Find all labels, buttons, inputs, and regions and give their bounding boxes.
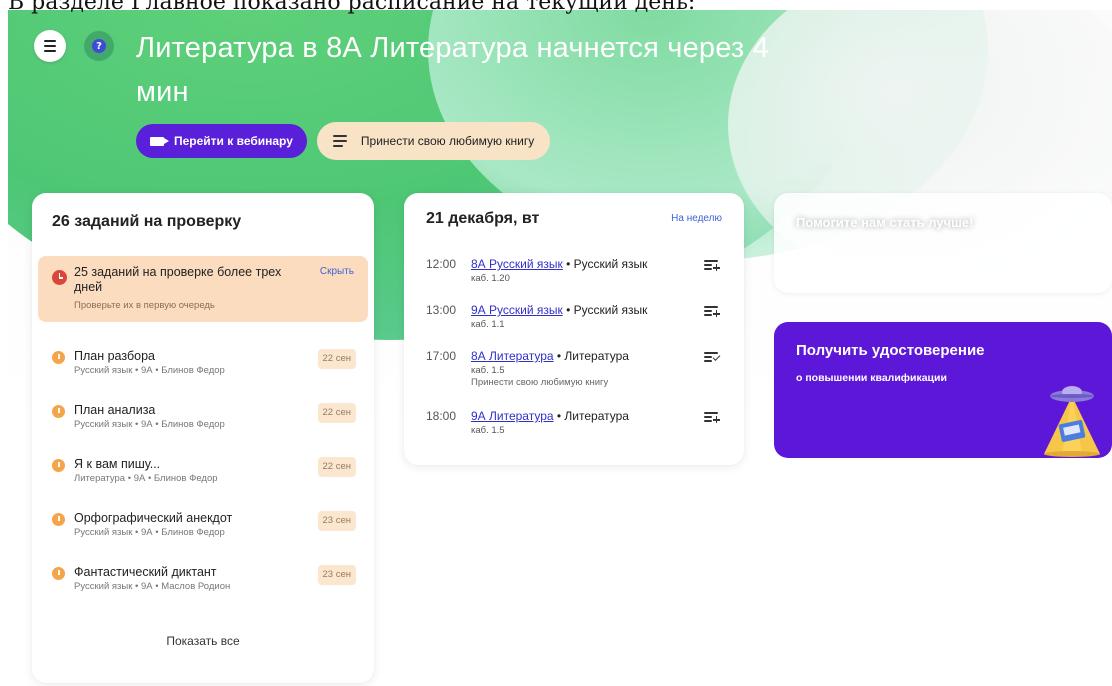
lesson-homework-note: Принести свою любимую книгу: [471, 377, 609, 388]
lesson-room: каб. 1.1: [471, 319, 505, 330]
certificate-subtitle: о повышении квалификации: [796, 372, 947, 384]
lesson-link[interactable]: 9А Русский язык: [471, 303, 563, 317]
video-camera-icon: [150, 136, 169, 146]
lesson-time: 13:00: [426, 303, 457, 317]
help-icon: ?: [92, 39, 106, 53]
lesson-time: 12:00: [426, 257, 457, 271]
list-item[interactable]: План анализа Русский язык • 9А • Блинов …: [32, 403, 374, 457]
certificate-card[interactable]: Получить удостоверение о повышении квали…: [774, 322, 1112, 458]
feedback-text: Помогите нам стать лучше!: [796, 215, 974, 230]
lesson-subject: • Литература: [553, 409, 629, 423]
pending-icon: [52, 513, 65, 526]
lesson-subject: • Русский язык: [562, 257, 648, 271]
show-all-button[interactable]: Показать все: [32, 634, 374, 648]
list-item[interactable]: Орфографический анекдот Русский язык • 9…: [32, 511, 374, 565]
menu-icon[interactable]: [34, 30, 66, 62]
list-item[interactable]: Фантастический диктант Русский язык • 9А…: [32, 565, 374, 619]
task-meta: Литература • 9А • Блинов Федор: [74, 473, 218, 484]
task-list: План разбора Русский язык • 9А • Блинов …: [32, 349, 374, 619]
tasks-to-review-card: 26 заданий на проверку 25 заданий на про…: [32, 193, 374, 683]
current-lesson-headline: Литература в 8А Литература начнется чере…: [136, 32, 770, 108]
tasks-card-title: 26 заданий на проверку: [52, 213, 242, 230]
homework-assigned-icon[interactable]: [704, 351, 721, 365]
alert-subtitle: Проверьте их в первую очередь: [74, 300, 215, 311]
schedule-date-title: 21 декабря, вт: [426, 210, 540, 227]
pending-icon: [52, 405, 65, 418]
hero-actions: Перейти к вебинару Принести свою любимую…: [136, 122, 551, 160]
task-title: План разбора: [74, 349, 155, 363]
list-item[interactable]: Я к вам пишу... Литература • 9А • Блинов…: [32, 457, 374, 511]
list-icon: [332, 135, 347, 147]
task-date-badge: 22 сен: [317, 457, 356, 477]
lesson-time: 17:00: [426, 349, 457, 363]
lesson-subject: • Русский язык: [562, 303, 648, 317]
pending-icon: [52, 351, 65, 364]
homework-label: Принести свою любимую книгу: [360, 134, 535, 148]
task-title: Орфографический анекдот: [74, 511, 233, 525]
page-caption: В разделе Главное показано расписание на…: [8, 0, 696, 15]
lesson-time: 18:00: [426, 409, 457, 423]
task-date-badge: 22 сен: [317, 349, 356, 369]
lesson-link[interactable]: 9А Литература: [471, 409, 554, 423]
task-meta: Русский язык • 9А • Блинов Федор: [74, 365, 225, 376]
task-meta: Русский язык • 9А • Блинов Федор: [74, 527, 225, 538]
task-date-badge: 23 сен: [317, 565, 356, 585]
add-homework-icon[interactable]: [704, 259, 720, 273]
schedule-card: 21 декабря, вт На неделю 12:00 8А Русски…: [404, 193, 744, 465]
task-title: Я к вам пишу...: [74, 457, 161, 471]
add-homework-icon[interactable]: [704, 411, 720, 425]
hide-alert-button[interactable]: Скрыть: [320, 266, 354, 277]
task-date-badge: 22 сен: [317, 403, 356, 423]
lesson-subject: • Литература: [553, 349, 629, 363]
task-title: План анализа: [74, 403, 156, 417]
lesson-room: каб. 1.5: [471, 365, 505, 376]
ufo-illustration-icon: [1044, 386, 1100, 457]
clock-icon: [52, 270, 67, 285]
join-webinar-button[interactable]: Перейти к вебинару: [136, 124, 307, 158]
pending-icon: [52, 459, 65, 472]
alert-title: 25 заданий на проверке более трех дней: [74, 265, 282, 294]
week-view-link[interactable]: На неделю: [671, 213, 722, 224]
task-meta: Русский язык • 9А • Блинов Федор: [74, 419, 225, 430]
list-item[interactable]: План разбора Русский язык • 9А • Блинов …: [32, 349, 374, 403]
feedback-card[interactable]: Помогите нам стать лучше!: [774, 193, 1112, 293]
lesson-link[interactable]: 8А Русский язык: [471, 257, 563, 271]
task-title: Фантастический диктант: [74, 565, 217, 579]
lesson-room: каб. 1.20: [471, 273, 510, 284]
join-webinar-label: Перейти к вебинару: [174, 134, 293, 148]
top-bar: ?: [34, 30, 114, 62]
help-button[interactable]: ?: [84, 31, 114, 61]
certificate-title: Получить удостоверение: [796, 342, 985, 359]
task-date-badge: 23 сен: [317, 511, 356, 531]
lesson-link[interactable]: 8А Литература: [471, 349, 554, 363]
pending-icon: [52, 567, 65, 580]
lesson-room: каб. 1.5: [471, 425, 505, 436]
overdue-alert: 25 заданий на проверке более трех дней П…: [38, 256, 368, 322]
add-homework-icon[interactable]: [704, 305, 720, 319]
task-meta: Русский язык • 9А • Маслов Родион: [74, 581, 231, 592]
homework-button[interactable]: Принести свою любимую книгу: [316, 122, 551, 160]
